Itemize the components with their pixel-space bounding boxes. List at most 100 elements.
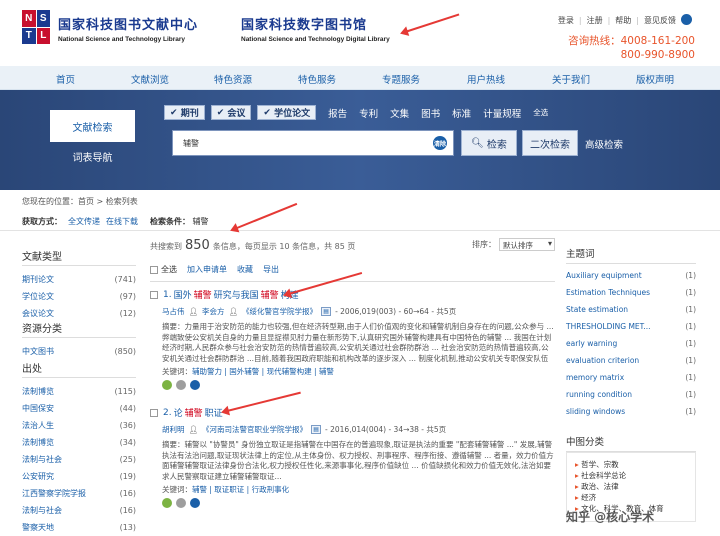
- annotation-arrow: [231, 202, 298, 231]
- clear-icon[interactable]: 清除: [433, 136, 447, 150]
- select-all-checkbox[interactable]: 全选: [150, 264, 177, 275]
- nav-copyright[interactable]: 版权声明: [636, 72, 674, 86]
- facet-resource-class: 资源分类 中文图书 (850): [22, 320, 136, 360]
- select-all-label: 全选: [161, 265, 177, 274]
- class-item[interactable]: 经济: [575, 492, 687, 503]
- nav-browse[interactable]: 文献浏览: [131, 72, 169, 86]
- title-part: 研究与我国: [213, 291, 259, 301]
- facet-item[interactable]: 法制与社会 (25): [22, 451, 136, 468]
- type-select-all[interactable]: 全选: [533, 107, 548, 118]
- topic-name: evaluation criterion: [566, 356, 640, 365]
- type-conference[interactable]: ✔ 会议: [210, 105, 252, 120]
- tab-literature-search[interactable]: 文献检索: [50, 110, 135, 142]
- topic-item[interactable]: running condition (1): [566, 386, 696, 403]
- facet-item[interactable]: 中国保安 (44): [22, 400, 136, 417]
- tab-vocabulary[interactable]: 词表导航: [50, 145, 135, 167]
- access-download[interactable]: 在线下载: [106, 216, 138, 227]
- mail-icon[interactable]: [190, 498, 200, 508]
- export-button[interactable]: 导出: [263, 264, 279, 275]
- facet-item[interactable]: 法治人生 (36): [22, 417, 136, 434]
- author-link[interactable]: 马占伟: [162, 306, 185, 317]
- topic-item[interactable]: Estimation Techniques (1): [566, 284, 696, 301]
- type-standard[interactable]: 标准: [452, 106, 471, 120]
- nav-resources[interactable]: 特色资源: [214, 72, 252, 86]
- facet-name: 中文图书: [22, 347, 54, 356]
- topic-item[interactable]: memory matrix (1): [566, 369, 696, 386]
- type-book[interactable]: 图书: [421, 106, 440, 120]
- class-item[interactable]: 政治、法律: [575, 481, 687, 492]
- topic-name: State estimation: [566, 305, 629, 314]
- nstl-logo[interactable]: N S T L: [22, 10, 50, 44]
- author-link[interactable]: 李会方: [202, 306, 225, 317]
- nav-services[interactable]: 特色服务: [298, 72, 336, 86]
- topic-item[interactable]: Auxiliary equipment (1): [566, 267, 696, 284]
- fulltext-icon[interactable]: [162, 380, 172, 390]
- globe-icon[interactable]: [681, 14, 692, 25]
- type-collection[interactable]: 文集: [390, 106, 409, 120]
- register-link[interactable]: 注册: [587, 15, 603, 26]
- topic-item[interactable]: early warning (1): [566, 335, 696, 352]
- search-button[interactable]: 🔍︎ 检索: [461, 130, 517, 156]
- cart-icon[interactable]: [176, 380, 186, 390]
- nav-hotline[interactable]: 用户热线: [467, 72, 505, 86]
- nav-topic[interactable]: 专题服务: [382, 72, 420, 86]
- add-to-list-button[interactable]: 加入申请单: [187, 264, 227, 275]
- keywords-links[interactable]: 辅警 | 取证职证 | 行政刑事化: [192, 485, 289, 494]
- divider: [0, 230, 720, 231]
- top-links: 登录 | 注册 | 帮助 | 意见反馈: [557, 15, 676, 26]
- login-link[interactable]: 登录: [558, 15, 574, 26]
- facet-item[interactable]: 期刊论文 (741): [22, 271, 136, 288]
- result-checkbox[interactable]: [150, 408, 158, 417]
- facet-item[interactable]: 法制博览 (115): [22, 383, 136, 400]
- type-metrology[interactable]: 计量规程: [483, 106, 521, 120]
- source-link[interactable]: 《河南司法警官职业学院学报》: [202, 424, 307, 435]
- result-title[interactable]: 2. 论辅警 职证: [150, 406, 555, 419]
- topic-name: memory matrix: [566, 373, 625, 382]
- main-nav: 首页 文献浏览 特色资源 特色服务 专题服务 用户热线 关于我们 版权声明: [0, 66, 720, 90]
- facet-count: (44): [119, 404, 136, 413]
- mail-icon[interactable]: [190, 380, 200, 390]
- topic-item[interactable]: sliding windows (1): [566, 403, 696, 420]
- facet-item[interactable]: 公安研究 (19): [22, 468, 136, 485]
- result-checkbox[interactable]: [150, 290, 158, 299]
- checkbox[interactable]: [150, 265, 158, 274]
- class-item[interactable]: 哲学、宗教: [575, 459, 687, 470]
- journal-icon: ▤: [311, 425, 322, 434]
- feedback-link[interactable]: 意见反馈: [644, 15, 676, 26]
- type-patent[interactable]: 专利: [359, 106, 378, 120]
- facet-count: (19): [119, 472, 136, 481]
- topic-item[interactable]: THRESHOLDING MET... (1): [566, 318, 696, 335]
- facet-item[interactable]: 法制博览 (34): [22, 434, 136, 451]
- fulltext-icon[interactable]: [162, 498, 172, 508]
- source-link[interactable]: 《绥化警官学院学报》: [242, 306, 317, 317]
- facet-item[interactable]: 中文图书 (850): [22, 343, 136, 360]
- secondary-search-button[interactable]: 二次检索: [522, 130, 578, 156]
- topic-item[interactable]: evaluation criterion (1): [566, 352, 696, 369]
- facet-item[interactable]: 江西警察学院学报 (16): [22, 485, 136, 502]
- class-item[interactable]: 社会科学总论: [575, 470, 687, 481]
- favorite-button[interactable]: 收藏: [237, 264, 253, 275]
- help-link[interactable]: 帮助: [615, 15, 631, 26]
- facet-doc-type: 文献类型 期刊论文 (741) 学位论文 (97) 会议论文 (12): [22, 248, 136, 322]
- nav-about[interactable]: 关于我们: [552, 72, 590, 86]
- type-report[interactable]: 报告: [328, 106, 347, 120]
- topic-title: 主题词: [566, 246, 696, 264]
- topic-item[interactable]: State estimation (1): [566, 301, 696, 318]
- cart-icon[interactable]: [176, 498, 186, 508]
- result-meta: 马占伟 👤︎ 李会方 👤︎ 《绥化警官学院学报》 ▤ - 2006,019(003) …: [150, 306, 555, 317]
- advanced-search-link[interactable]: 高级检索: [585, 137, 623, 151]
- facet-item[interactable]: 学位论文 (97): [22, 288, 136, 305]
- author-link[interactable]: 胡利明: [162, 424, 185, 435]
- nav-home[interactable]: 首页: [56, 72, 75, 86]
- type-thesis[interactable]: ✔ 学位论文: [257, 105, 317, 120]
- keywords-links[interactable]: 辅助警力 | 国外辅警 | 现代辅警构建 | 辅警: [192, 367, 334, 376]
- access-fulltext[interactable]: 全文传递: [68, 216, 100, 227]
- type-journal[interactable]: ✔ 期刊: [164, 105, 205, 120]
- search-input[interactable]: 辅警 清除: [172, 130, 454, 156]
- facet-title: 资源分类: [22, 320, 136, 338]
- site-header: N S T L 国家科技图书文献中心 National Science and …: [0, 0, 720, 66]
- result-title[interactable]: 1. 国外辅警研究与我国辅警构建: [150, 288, 555, 301]
- sort-select[interactable]: 默认排序: [499, 238, 555, 251]
- facet-item[interactable]: 法制与社会 (16): [22, 502, 136, 519]
- result-item: 2. 论辅警 职证 胡利明 👤︎ 《河南司法警官职业学院学报》 ▤ - 2016,01…: [150, 406, 555, 508]
